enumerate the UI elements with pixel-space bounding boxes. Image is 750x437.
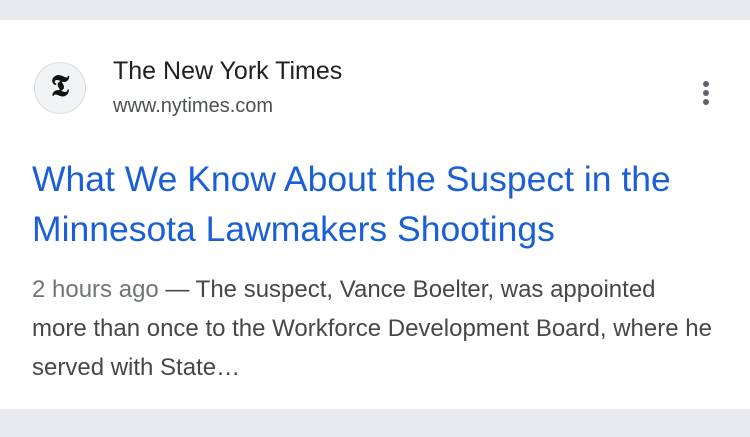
result-source[interactable]: 𝕿 The New York Times www.nytimes.com (32, 56, 750, 126)
more-vert-icon (703, 81, 709, 105)
favicon-glyph: 𝕿 (50, 69, 70, 104)
snippet-date: 2 hours ago (32, 276, 159, 303)
result-headline-link[interactable]: What We Know About the Suspect in the Mi… (32, 154, 722, 254)
search-result-card[interactable]: 𝕿 The New York Times www.nytimes.com Wha… (0, 20, 750, 409)
more-options-button[interactable] (690, 77, 722, 109)
source-name: The New York Times (113, 57, 343, 85)
snippet-separator: — (158, 276, 196, 303)
result-snippet: 2 hours ago — The suspect, Vance Boelter… (32, 270, 712, 387)
nyt-logo-icon: 𝕿 (34, 62, 86, 114)
source-url: www.nytimes.com (113, 95, 274, 117)
